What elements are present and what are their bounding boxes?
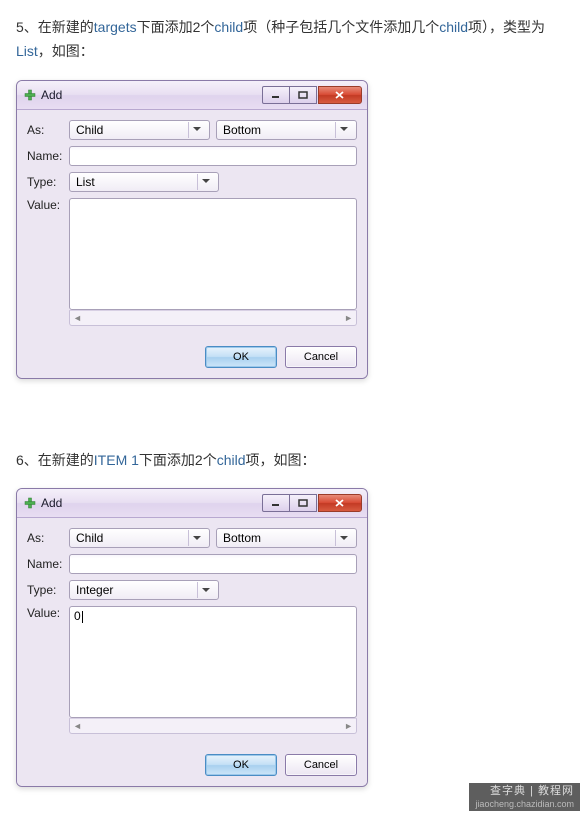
chevron-down-icon bbox=[197, 174, 214, 190]
text: 下面添加2个 bbox=[139, 452, 217, 468]
maximize-button[interactable] bbox=[289, 86, 317, 104]
step5-instruction: 5、在新建的targets下面添加2个child项（种子包括几个文件添加几个ch… bbox=[16, 16, 564, 64]
add-icon bbox=[23, 496, 37, 510]
text-cursor bbox=[82, 611, 83, 623]
minimize-button[interactable] bbox=[262, 86, 290, 104]
close-button[interactable] bbox=[318, 86, 362, 104]
type-label: Type: bbox=[27, 583, 69, 597]
type-value: Integer bbox=[76, 583, 193, 597]
type-dropdown[interactable]: List bbox=[69, 172, 219, 192]
value-label: Value: bbox=[27, 606, 69, 620]
dialog-body: As: Child Bottom Name: Type: List Value: bbox=[17, 110, 367, 338]
window-controls bbox=[262, 86, 362, 104]
position-dropdown[interactable]: Bottom bbox=[216, 528, 357, 548]
window-controls bbox=[262, 494, 362, 512]
scroll-right-icon: ► bbox=[344, 721, 353, 731]
name-input[interactable] bbox=[69, 146, 357, 166]
as-dropdown[interactable]: Child bbox=[69, 528, 210, 548]
scroll-left-icon: ◄ bbox=[73, 721, 82, 731]
ok-button[interactable]: OK bbox=[205, 346, 277, 368]
text: 5、在新建的 bbox=[16, 19, 94, 35]
chevron-down-icon bbox=[335, 122, 352, 138]
maximize-button[interactable] bbox=[289, 494, 317, 512]
chevron-down-icon bbox=[335, 530, 352, 546]
add-dialog-2: Add As: Child Bottom Name: Type: Int bbox=[16, 488, 368, 787]
name-label: Name: bbox=[27, 149, 69, 163]
cancel-button[interactable]: Cancel bbox=[285, 754, 357, 776]
type-value: List bbox=[76, 175, 193, 189]
value-label: Value: bbox=[27, 198, 69, 212]
button-row: OK Cancel bbox=[17, 746, 367, 786]
dialog-body: As: Child Bottom Name: Type: Integer Val… bbox=[17, 518, 367, 746]
h-scrollbar[interactable]: ◄ ► bbox=[69, 310, 357, 326]
text: ，如图： bbox=[38, 43, 94, 59]
button-row: OK Cancel bbox=[17, 338, 367, 378]
name-input[interactable] bbox=[69, 554, 357, 574]
watermark-line2: jiaocheng.chazidian.com bbox=[475, 799, 574, 810]
watermark: 查字典 | 教程网 jiaocheng.chazidian.com bbox=[469, 783, 580, 811]
name-label: Name: bbox=[27, 557, 69, 571]
text: 项），类型为 bbox=[468, 19, 545, 35]
text: 项（种子包括几个文件添加几个 bbox=[243, 19, 439, 35]
value-textarea[interactable]: 0 bbox=[69, 606, 357, 718]
chevron-down-icon bbox=[188, 122, 205, 138]
add-dialog-1: Add As: Child Bottom Name: Type: Lis bbox=[16, 80, 368, 379]
close-button[interactable] bbox=[318, 494, 362, 512]
as-value: Child bbox=[76, 123, 184, 137]
watermark-line1: 查字典 | 教程网 bbox=[490, 785, 574, 798]
as-label: As: bbox=[27, 531, 69, 545]
h-scrollbar[interactable]: ◄ ► bbox=[69, 718, 357, 734]
text: 6、在新建的 bbox=[16, 452, 94, 468]
add-icon bbox=[23, 88, 37, 102]
text: 下面添加2个 bbox=[137, 19, 215, 35]
step6-instruction: 6、在新建的ITEM 1下面添加2个child项，如图： bbox=[16, 449, 564, 473]
link-item1: ITEM 1 bbox=[94, 452, 139, 468]
type-label: Type: bbox=[27, 175, 69, 189]
as-value: Child bbox=[76, 531, 184, 545]
position-value: Bottom bbox=[223, 123, 331, 137]
titlebar[interactable]: Add bbox=[17, 81, 367, 110]
chevron-down-icon bbox=[188, 530, 205, 546]
link-child: child bbox=[214, 19, 243, 35]
link-list: List bbox=[16, 43, 38, 59]
as-dropdown[interactable]: Child bbox=[69, 120, 210, 140]
ok-button[interactable]: OK bbox=[205, 754, 277, 776]
scroll-left-icon: ◄ bbox=[73, 313, 82, 323]
value-textarea[interactable] bbox=[69, 198, 357, 310]
position-dropdown[interactable]: Bottom bbox=[216, 120, 357, 140]
position-value: Bottom bbox=[223, 531, 331, 545]
chevron-down-icon bbox=[197, 582, 214, 598]
cancel-button[interactable]: Cancel bbox=[285, 346, 357, 368]
link-child: child bbox=[439, 19, 468, 35]
dialog-title: Add bbox=[41, 88, 262, 102]
minimize-button[interactable] bbox=[262, 494, 290, 512]
dialog-title: Add bbox=[41, 496, 262, 510]
scroll-right-icon: ► bbox=[344, 313, 353, 323]
link-child: child bbox=[217, 452, 246, 468]
text: 项，如图： bbox=[246, 452, 316, 468]
titlebar[interactable]: Add bbox=[17, 489, 367, 518]
link-targets: targets bbox=[94, 19, 137, 35]
type-dropdown[interactable]: Integer bbox=[69, 580, 219, 600]
as-label: As: bbox=[27, 123, 69, 137]
